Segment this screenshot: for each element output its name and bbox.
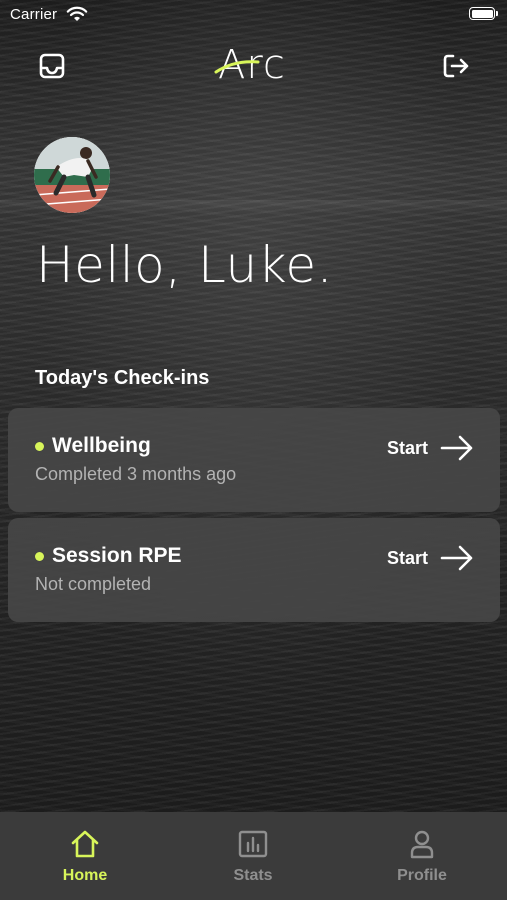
arrow-right-icon[interactable] <box>440 435 474 461</box>
checkin-card-wellbeing[interactable]: Wellbeing Completed 3 months ago Start <box>8 408 500 512</box>
tab-stats[interactable]: Stats <box>193 812 313 900</box>
checkin-status: Completed 3 months ago <box>35 464 237 484</box>
status-bar: Carrier <box>0 0 507 32</box>
background-stadium-image <box>0 0 507 812</box>
carrier-label: Carrier <box>10 6 58 23</box>
logo-swoosh-icon <box>214 60 260 74</box>
wifi-icon <box>66 6 88 21</box>
battery-icon <box>469 7 498 20</box>
tab-profile[interactable]: Profile <box>362 812 482 900</box>
logout-icon[interactable] <box>440 50 472 82</box>
avatar[interactable] <box>34 137 110 213</box>
inbox-icon[interactable] <box>36 50 68 82</box>
start-button-label[interactable]: Start <box>387 438 428 459</box>
arrow-right-icon[interactable] <box>440 545 474 571</box>
checkin-card-session-rpe[interactable]: Session RPE Not completed Start <box>8 518 500 622</box>
checkin-title: Session RPE <box>52 544 182 567</box>
status-dot <box>35 552 44 561</box>
home-icon <box>71 830 99 858</box>
tab-label: Home <box>62 867 108 884</box>
checkin-title: Wellbeing <box>52 434 151 457</box>
tab-bar: Home Stats Profile <box>0 812 507 900</box>
tab-home[interactable]: Home <box>25 812 145 900</box>
status-dot <box>35 442 44 451</box>
checkin-status: Not completed <box>35 574 152 594</box>
profile-icon <box>410 830 434 859</box>
greeting-heading: Hello, Luke. <box>36 236 334 294</box>
checkins-section-title: Today's Check-ins <box>35 367 210 389</box>
start-button-label[interactable]: Start <box>387 548 428 569</box>
tab-label: Stats <box>233 867 273 884</box>
tab-label: Profile <box>397 867 447 884</box>
stats-icon <box>238 830 268 858</box>
arc-logo: Arc <box>214 42 294 88</box>
athlete-photo <box>34 137 110 213</box>
